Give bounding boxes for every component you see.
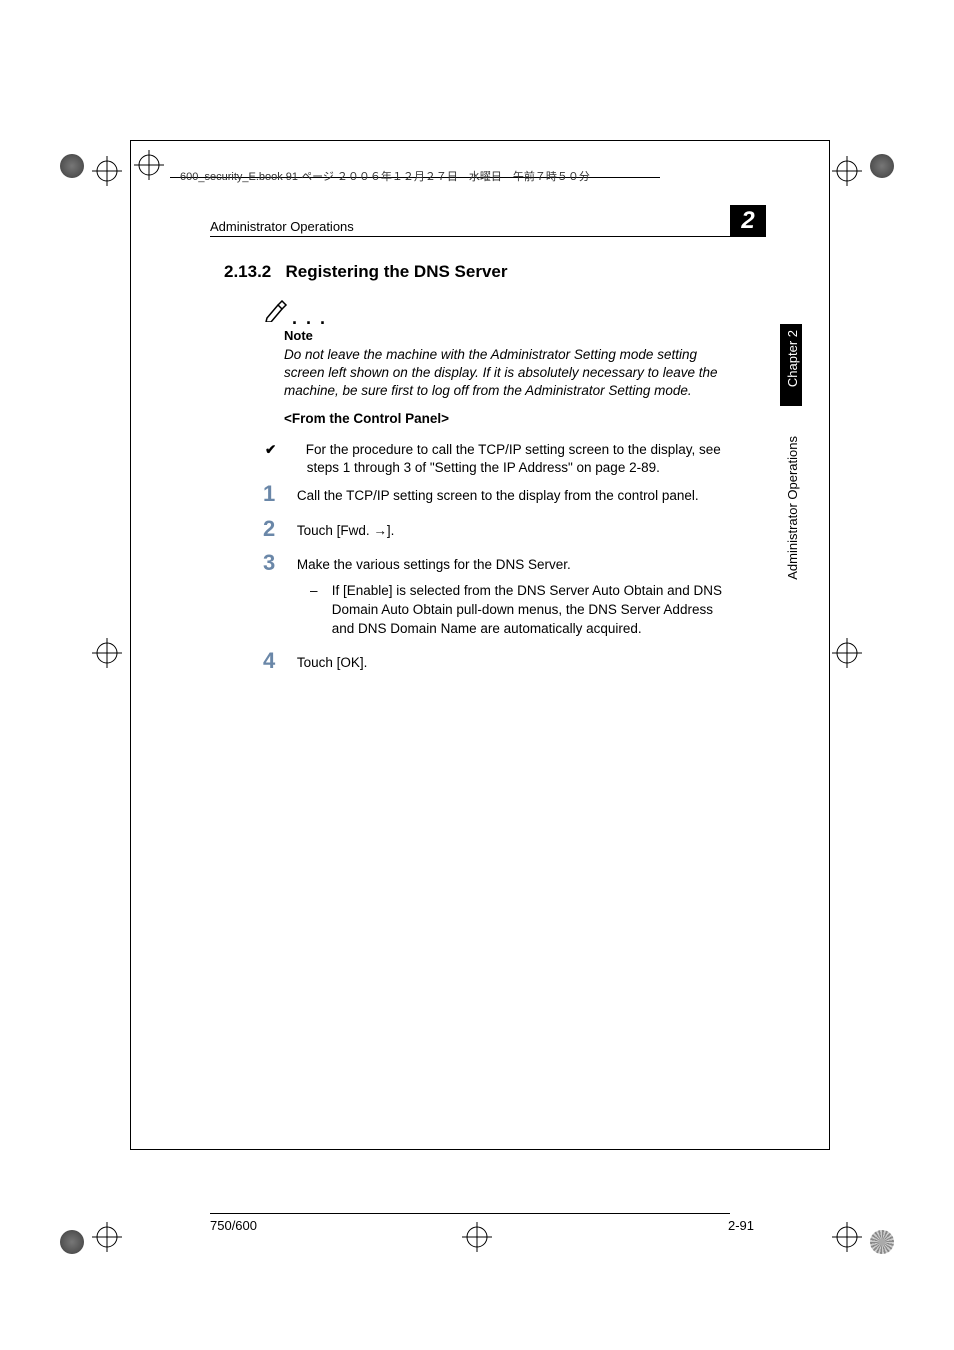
dash-icon: – [310, 582, 328, 601]
corner-ornament-icon [60, 1230, 84, 1254]
step-2: 2 Touch [Fwd. →]. [263, 518, 733, 541]
footer-rule [210, 1213, 730, 1214]
side-chapter-text: Chapter 2 [780, 324, 806, 393]
header-meta-text: 600_security_E.book 91 ページ ２００６年１２月２７日 水… [180, 168, 590, 184]
sub-bullet-text: If [Enable] is selected from the DNS Ser… [332, 582, 730, 639]
registration-mark-icon [832, 156, 862, 186]
step-text: Touch [OK]. [297, 650, 727, 673]
step-number: 3 [263, 552, 293, 574]
step-1: 1 Call the TCP/IP setting screen to the … [263, 483, 733, 506]
subheading: <From the Control Panel> [284, 411, 449, 426]
footer-page: 2-91 [728, 1218, 754, 1233]
registration-mark-icon [92, 638, 122, 668]
registration-mark-icon [92, 156, 122, 186]
registration-mark-icon [134, 150, 164, 180]
side-tab-chapter: Chapter 2 [780, 324, 802, 406]
step-number: 2 [263, 518, 293, 540]
check-text: For the procedure to call the TCP/IP set… [287, 441, 727, 477]
running-head: Administrator Operations [210, 219, 354, 234]
step-text: Touch [Fwd. →]. [297, 518, 727, 541]
side-tab-section: Administrator Operations [780, 430, 802, 600]
step-4: 4 Touch [OK]. [263, 650, 733, 673]
step-number: 1 [263, 483, 293, 505]
checkmark-icon: ✔ [265, 441, 283, 459]
step-3: 3 Make the various settings for the DNS … [263, 552, 733, 575]
check-item: ✔ For the procedure to call the TCP/IP s… [265, 441, 735, 477]
corner-ornament-icon [870, 1230, 894, 1254]
note-ellipsis-icon: . . . [292, 308, 327, 329]
step-text: Make the various settings for the DNS Se… [297, 552, 727, 575]
side-section-text: Administrator Operations [780, 430, 806, 586]
corner-ornament-icon [870, 154, 894, 178]
section-number: 2.13.2 [224, 262, 271, 281]
registration-mark-icon [92, 1222, 122, 1252]
chapter-number-badge: 2 [730, 205, 766, 237]
section-title-text: Registering the DNS Server [285, 262, 507, 281]
corner-ornament-icon [60, 154, 84, 178]
footer-model: 750/600 [210, 1218, 257, 1233]
pencil-icon [264, 300, 290, 322]
page-frame [130, 140, 830, 1150]
note-body: Do not leave the machine with the Admini… [284, 346, 734, 401]
sub-bullet: – If [Enable] is selected from the DNS S… [310, 582, 730, 639]
registration-mark-icon [462, 1222, 492, 1252]
section-title: 2.13.2 Registering the DNS Server [224, 262, 507, 282]
registration-mark-icon [832, 638, 862, 668]
step-text: Call the TCP/IP setting screen to the di… [297, 483, 727, 506]
head-rule [210, 236, 730, 237]
step-number: 4 [263, 650, 293, 672]
note-label: Note [284, 328, 313, 343]
registration-mark-icon [832, 1222, 862, 1252]
